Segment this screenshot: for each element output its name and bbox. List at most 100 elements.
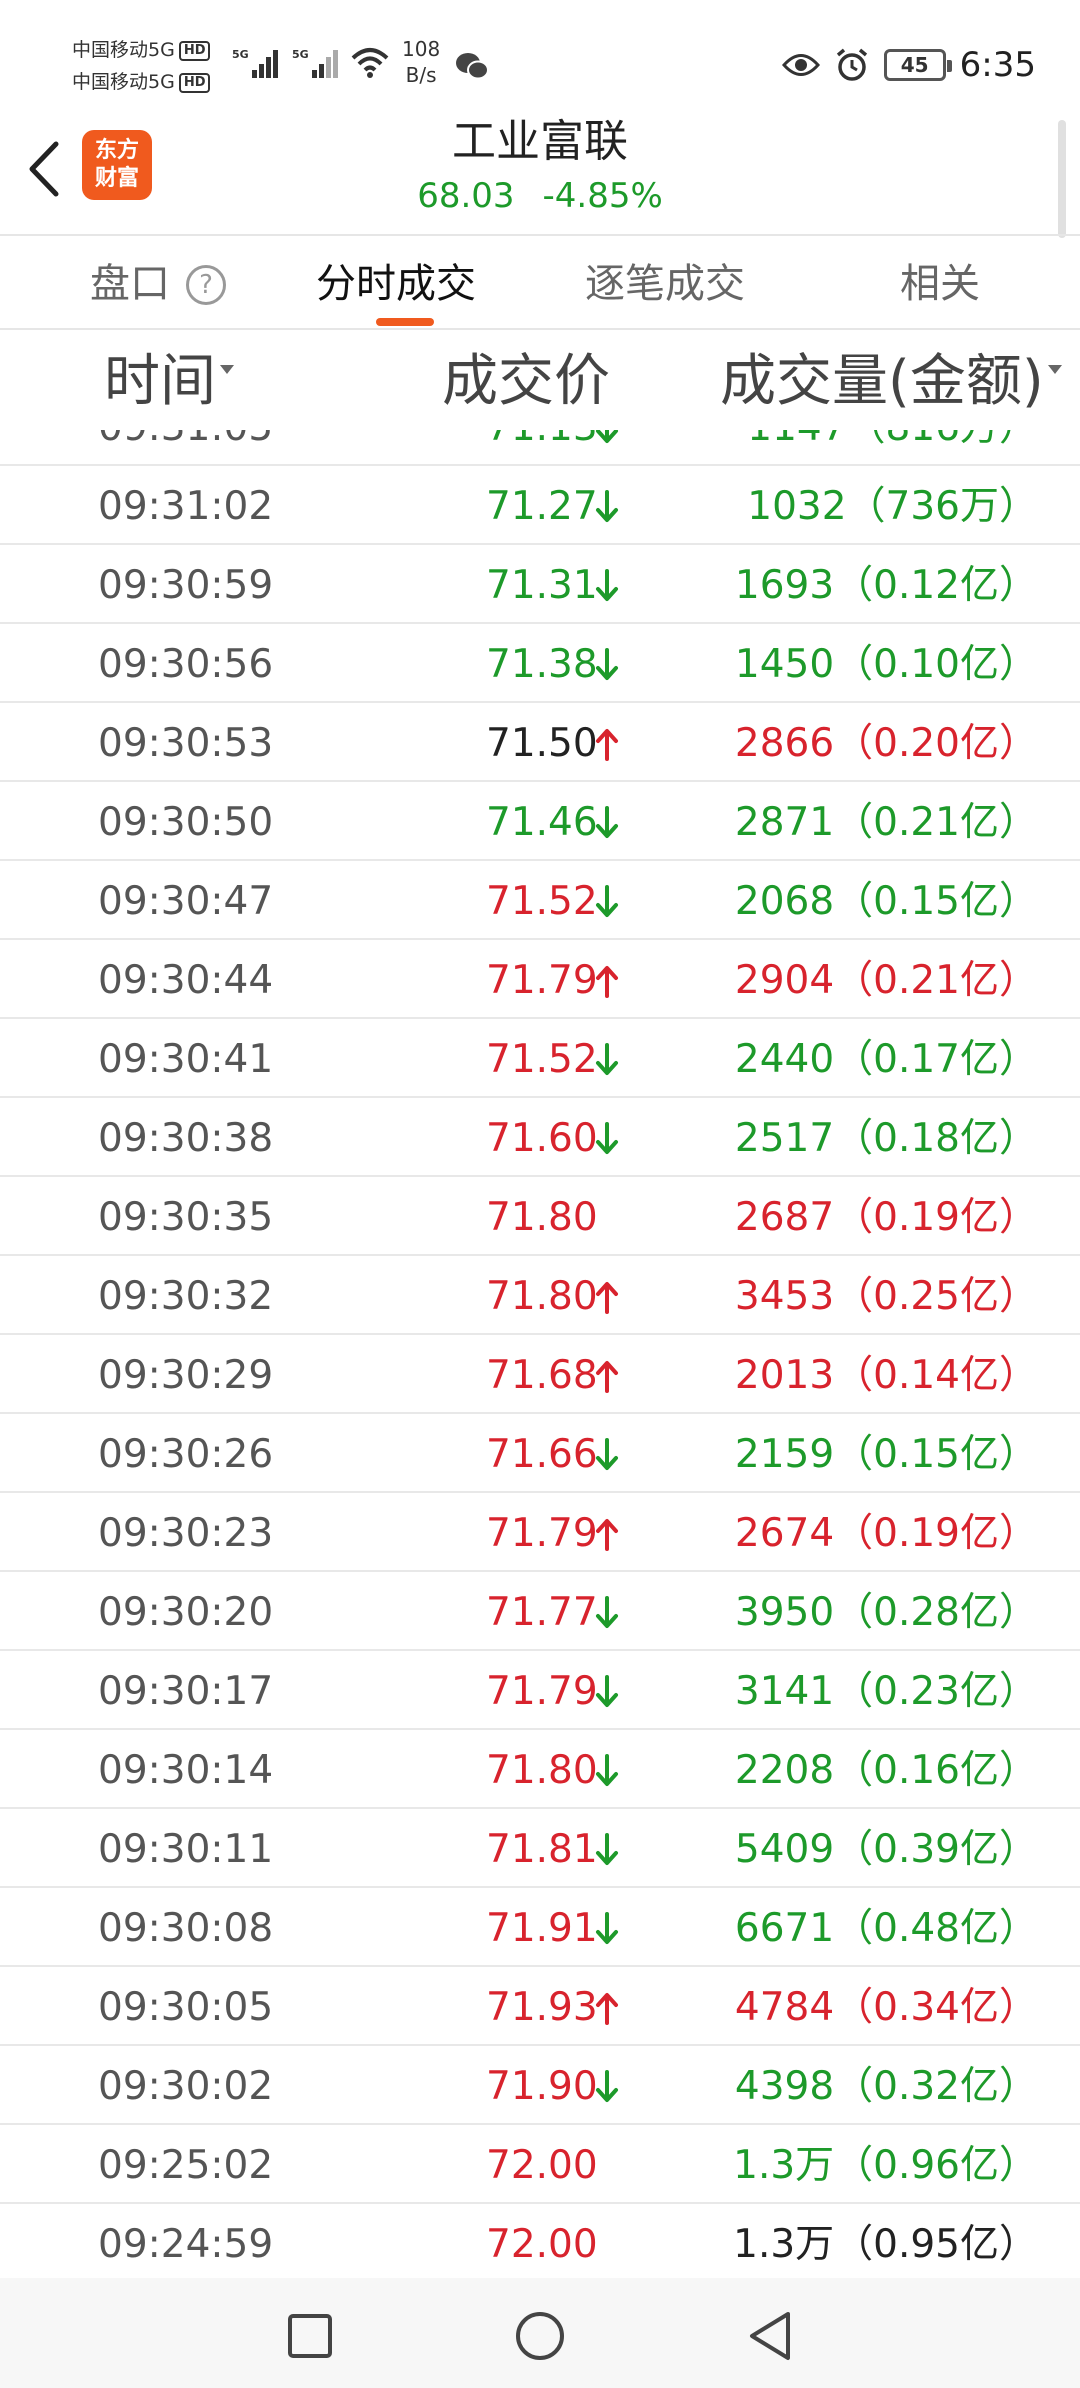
trade-volume: 3141（0.23亿） [734,1669,1038,1714]
trade-volume: 1.3万（0.96亿） [733,2143,1038,2188]
arrow-up-icon [596,966,618,998]
trade-time: 09:30:14 [98,1748,274,1793]
wifi-icon [351,48,389,78]
trade-volume: 2904（0.21亿） [734,958,1038,1003]
battery-icon: 45 [883,49,952,81]
trade-row[interactable]: 09:30:41 71.52 2440（0.17亿） [0,1019,1080,1098]
trade-price: 71.81 [486,1827,598,1872]
trade-price: 71.52 [486,879,598,924]
trade-row[interactable]: 09:30:47 71.52 2068（0.15亿） [0,861,1080,940]
trade-list[interactable]: 09:31:05 71.13 1147（816万） 09:31:02 71.27 1032… [0,430,1080,2278]
sort-caret-icon [1047,365,1062,374]
home-icon[interactable] [512,2308,568,2364]
scrollbar[interactable] [1058,120,1066,238]
trade-row[interactable]: 09:30:14 71.80 2208（0.16亿） [0,1730,1080,1809]
trade-row[interactable]: 09:31:02 71.27 1032（736万） [0,466,1080,545]
trade-time: 09:30:08 [98,1906,274,1951]
trade-row[interactable]: 09:30:35 71.80 2687（0.19亿） [0,1177,1080,1256]
net-speed-value: 108 [402,37,441,61]
trade-price: 71.79 [486,1511,598,1556]
trade-row[interactable]: 09:25:02 72.00 1.3万（0.96亿） [0,2125,1080,2204]
trade-row[interactable]: 09:30:20 71.77 3950（0.28亿） [0,1572,1080,1651]
trade-time: 09:30:23 [98,1511,274,1556]
arrow-down-icon [596,1043,618,1075]
trade-volume: 3453（0.25亿） [734,1274,1038,1319]
trade-volume: 2208（0.16亿） [734,1748,1038,1793]
arrow-down-icon [596,1675,618,1707]
hd-badge-2: HD [178,72,211,93]
trade-row[interactable]: 09:24:59 72.00 1.3万（0.95亿） [0,2204,1080,2278]
trade-price: 71.66 [486,1432,598,1477]
trade-volume: 4784（0.34亿） [734,1985,1038,2030]
alarm-icon [836,48,867,81]
trade-time: 09:30:35 [98,1195,274,1240]
recents-icon[interactable] [282,2308,338,2364]
signal-1-icon: 5G [232,48,278,78]
trade-time: 09:30:53 [98,721,274,766]
status-time: 6:35 [959,45,1036,85]
trade-price: 72.00 [486,2143,598,2188]
trade-row[interactable]: 09:30:53 71.50 2866（0.20亿） [0,703,1080,782]
trade-time: 09:30:41 [98,1037,274,1082]
trade-volume: 5409（0.39亿） [734,1827,1038,1872]
trade-row[interactable]: 09:30:29 71.68 2013（0.14亿） [0,1335,1080,1414]
column-volume-label: 成交量(金额) [720,349,1044,414]
trade-row[interactable]: 09:31:05 71.13 1147（816万） [0,430,1080,466]
tab-time-sales[interactable]: 分时成交 [316,256,476,312]
trade-price: 71.91 [486,1906,598,1951]
stock-quote: 68.03 -4.85% [0,172,1080,220]
trade-price: 71.79 [486,958,598,1003]
trade-price: 71.50 [486,721,598,766]
trade-price: 71.27 [486,484,598,529]
battery-level: 45 [900,53,929,77]
help-icon[interactable]: ? [186,265,226,305]
trade-time: 09:30:26 [98,1432,274,1477]
column-volume[interactable]: 成交量(金额) [720,350,1062,414]
arrow-down-icon [596,1754,618,1786]
net-speed-unit: B/s [405,63,437,87]
trade-volume: 2517（0.18亿） [734,1116,1038,1161]
trade-row[interactable]: 09:30:05 71.93 4784（0.34亿） [0,1967,1080,2046]
signal-2-icon: 5G [292,48,338,78]
trade-time: 09:30:29 [98,1353,274,1398]
carrier-2-label: 中国移动5G [72,71,175,93]
trade-row[interactable]: 09:30:38 71.60 2517（0.18亿） [0,1098,1080,1177]
column-time-label: 时间 [104,349,216,414]
trade-time: 09:30:44 [98,958,274,1003]
trade-volume: 2871（0.21亿） [734,800,1038,845]
trade-row[interactable]: 09:30:56 71.38 1450（0.10亿） [0,624,1080,703]
signal-2-label: 5G [292,48,309,61]
trade-time: 09:30:38 [98,1116,274,1161]
trade-volume: 2440（0.17亿） [734,1037,1038,1082]
trade-row[interactable]: 09:30:26 71.66 2159（0.15亿） [0,1414,1080,1493]
column-price: 成交价 [442,350,610,414]
trade-price: 71.68 [486,1353,598,1398]
trade-row[interactable]: 09:30:08 71.91 6671（0.48亿） [0,1888,1080,1967]
stock-header: 东方 财富 工业富联 68.03 -4.85% [0,112,1080,238]
trade-price: 71.38 [486,642,598,687]
trade-row[interactable]: 09:30:23 71.79 2674（0.19亿） [0,1493,1080,1572]
trade-row[interactable]: 09:30:17 71.79 3141（0.23亿） [0,1651,1080,1730]
trade-volume: 1.3万（0.95亿） [733,2222,1038,2267]
trade-price: 72.00 [486,2222,598,2267]
trade-row[interactable]: 09:30:59 71.31 1693（0.12亿） [0,545,1080,624]
trade-row[interactable]: 09:30:44 71.79 2904（0.21亿） [0,940,1080,1019]
tab-related[interactable]: 相关 [900,256,980,312]
trade-row[interactable]: 09:30:11 71.81 5409（0.39亿） [0,1809,1080,1888]
tab-tick-trades[interactable]: 逐笔成交 [585,256,745,312]
back-icon[interactable] [742,2308,798,2364]
trade-time: 09:24:59 [98,2222,274,2267]
trade-volume: 2674（0.19亿） [734,1511,1038,1556]
tab-pankou[interactable]: 盘口? [90,256,226,312]
column-time[interactable]: 时间 [104,350,234,414]
trade-volume: 1147（816万） [747,430,1038,451]
carrier-info: 中国移动5G HD 中国移动5G HD [72,34,211,98]
tab-label: 盘口 [90,261,170,307]
trade-row[interactable]: 09:30:50 71.46 2871（0.21亿） [0,782,1080,861]
stock-change: -4.85% [542,176,663,216]
trade-row[interactable]: 09:30:02 71.90 4398（0.32亿） [0,2046,1080,2125]
trade-price: 71.77 [486,1590,598,1635]
trade-volume: 2866（0.20亿） [734,721,1038,766]
trade-price: 71.80 [486,1748,598,1793]
trade-row[interactable]: 09:30:32 71.80 3453（0.25亿） [0,1256,1080,1335]
